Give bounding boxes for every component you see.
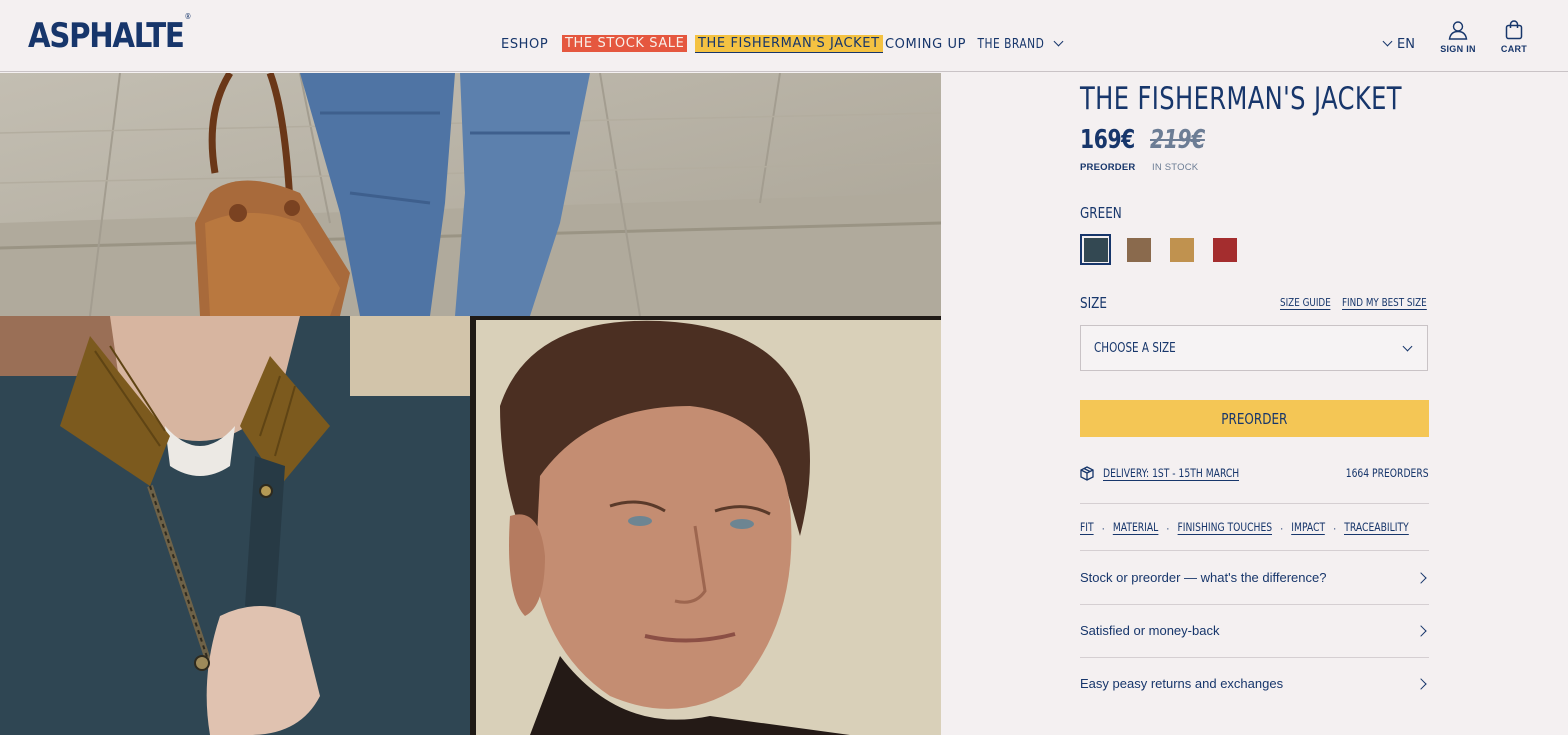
nav-stock-sale[interactable]: THE STOCK SALE [562,35,688,52]
size-select-value: CHOOSE A SIZE [1094,341,1176,356]
cart-button[interactable]: CART [1484,20,1544,54]
product-photo-legs-bag [0,73,941,316]
size-select[interactable]: CHOOSE A SIZE [1080,325,1428,371]
chevron-down-icon [1382,36,1393,47]
accordion-stock-or-preorder[interactable]: Stock or preorder — what's the differenc… [1080,551,1429,604]
photo-collar-detail [0,316,470,735]
site-header: ASPHALTE® ESHOP THE STOCK SALE THE FISHE… [0,0,1568,72]
swatch-red[interactable] [1209,234,1240,265]
current-price-label: PREORDER [1080,162,1136,173]
main-nav: ESHOP THE STOCK SALE THE FISHERMAN'S JAC… [490,35,1065,53]
delivery-info: DELIVERY: 1ST - 15TH MARCH 1664 PREORDER… [1080,465,1429,483]
color-swatches [1080,234,1240,265]
product-info-tabs: FIT · MATERIAL · FINISHING TOUCHES · IMP… [1080,520,1409,535]
accordion-money-back[interactable]: Satisfied or money-back [1080,604,1429,657]
old-price: 219€ [1150,125,1205,155]
nav-coming-up[interactable]: COMING UP [882,36,969,53]
chevron-right-icon [1415,624,1427,637]
product-photo-collar-detail [0,316,470,735]
language-code: EN [1397,37,1415,52]
brand-logo[interactable]: ASPHALTE® [28,12,191,56]
tab-impact[interactable]: IMPACT [1291,520,1326,535]
sign-in-button[interactable]: SIGN IN [1428,20,1488,54]
size-guide-link[interactable]: SIZE GUIDE [1280,296,1331,310]
product-title: THE FISHERMAN'S JACKET [1080,81,1402,117]
old-price-label: IN STOCK [1152,162,1199,173]
swatch-brown[interactable] [1123,234,1154,265]
swatch-green[interactable] [1080,234,1111,265]
language-selector[interactable]: EN [1382,36,1415,52]
swatch-camel[interactable] [1166,234,1197,265]
chevron-right-icon [1415,571,1427,584]
tab-fit[interactable]: FIT [1080,520,1094,535]
tab-finishing-touches[interactable]: FINISHING TOUCHES [1177,520,1273,535]
nav-eshop[interactable]: ESHOP [498,36,551,53]
tab-material[interactable]: MATERIAL [1112,520,1159,535]
delivery-link[interactable]: DELIVERY: 1ST - 15TH MARCH [1103,466,1240,481]
chevron-right-icon [1415,677,1427,690]
size-label: SIZE [1080,294,1107,312]
chevron-down-icon [1402,341,1413,352]
chevron-down-icon [1053,36,1063,46]
preorder-count: 1664 PREORDERS [1346,466,1429,480]
photo-model-portrait [470,316,941,735]
product-photo-model-portrait [470,316,941,735]
preorder-button[interactable]: PREORDER [1080,400,1429,437]
selected-color-name: GREEN [1080,204,1122,222]
nav-the-brand[interactable]: THE BRAND [975,36,1047,53]
accordion-returns[interactable]: Easy peasy returns and exchanges [1080,657,1429,710]
nav-fishermans-jacket[interactable]: THE FISHERMAN'S JACKET [695,35,883,53]
bag-icon [1505,20,1523,40]
find-best-size-link[interactable]: FIND MY BEST SIZE [1342,296,1427,310]
user-icon [1448,21,1468,40]
current-price: 169€ [1080,125,1135,155]
box-icon [1080,466,1094,481]
tab-traceability[interactable]: TRACEABILITY [1344,520,1409,535]
divider [1080,503,1429,504]
photo-legs-bag [0,73,941,316]
